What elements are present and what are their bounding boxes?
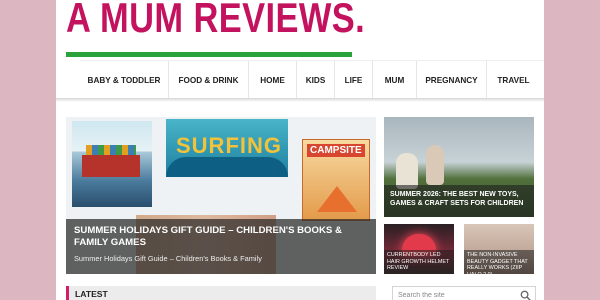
main-nav: BABY & TODDLER FOOD & DRINK HOME KIDS LI… (80, 60, 544, 99)
nav-item-travel[interactable]: TRAVEL (486, 61, 540, 99)
side-post-title[interactable]: THE NON-INVASIVE BEAUTY GADGET THAT REAL… (464, 250, 534, 274)
logo-underline (66, 52, 352, 57)
side-post-led-helmet[interactable]: CURRENTBODY LED HAIR GROWTH HELMET REVIE… (384, 224, 454, 274)
side-post-beauty-gadget[interactable]: THE NON-INVASIVE BEAUTY GADGET THAT REAL… (464, 224, 534, 274)
ship-illustration (82, 155, 140, 177)
nav-item-baby-toddler[interactable]: BABY & TODDLER (80, 61, 168, 99)
side-post-title[interactable]: CURRENTBODY LED HAIR GROWTH HELMET REVIE… (384, 250, 454, 274)
search-input[interactable] (395, 288, 515, 300)
search-icon[interactable] (520, 290, 531, 300)
site-logo[interactable]: A MUM REVIEWS. (64, 0, 365, 60)
featured-post-excerpt: Summer Holidays Gift Guide – Children's … (74, 254, 262, 263)
surfing-book-title: SURFING (176, 133, 282, 158)
child-figure (396, 153, 418, 189)
side-post-summer-toys[interactable]: SUMMER 2026: THE BEST NEW TOYS, GAMES & … (384, 117, 534, 217)
nav-item-home[interactable]: HOME (248, 61, 296, 99)
campsite-book-title: CAMPSITE (307, 144, 365, 157)
nav-item-food-drink[interactable]: FOOD & DRINK (168, 61, 248, 99)
book-cover-surfing-image: SURFING (166, 119, 288, 177)
nav-item-mum[interactable]: MUM (372, 61, 416, 99)
nav-divider (56, 98, 544, 102)
book-cover-campsite-image: CAMPSITE (302, 139, 370, 221)
featured-post[interactable]: SURFING CAMPSITE SUMMER HOLIDAYS GIFT GU… (66, 117, 376, 274)
latest-section-header: LATEST (66, 286, 376, 300)
logo-text: A MUM REVIEWS. (66, 0, 366, 41)
nav-item-kids[interactable]: KIDS (296, 61, 334, 99)
tent-illustration (317, 186, 357, 212)
nav-item-life[interactable]: LIFE (334, 61, 372, 99)
child-figure (426, 145, 444, 185)
book-cover-ship-image (72, 121, 152, 207)
featured-post-title[interactable]: SUMMER HOLIDAYS GIFT GUIDE – CHILDREN'S … (74, 225, 368, 249)
featured-post-caption: SUMMER HOLIDAYS GIFT GUIDE – CHILDREN'S … (66, 219, 376, 274)
nav-item-pregnancy[interactable]: PREGNANCY (416, 61, 486, 99)
page: A MUM REVIEWS. BABY & TODDLER FOOD & DRI… (56, 0, 544, 300)
latest-label: LATEST (75, 289, 108, 299)
side-post-title[interactable]: SUMMER 2026: THE BEST NEW TOYS, GAMES & … (384, 185, 534, 217)
wave-illustration (166, 157, 288, 177)
search-box (392, 286, 536, 300)
